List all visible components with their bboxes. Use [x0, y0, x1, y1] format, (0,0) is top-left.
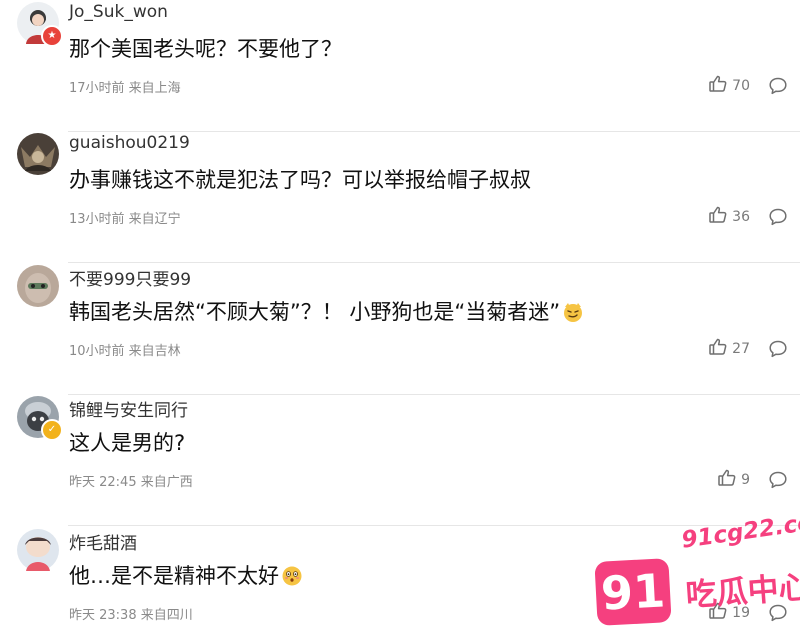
- yellow-verified-badge-icon: ✓: [41, 419, 63, 441]
- comment-text-content: 他…是不是精神不太好: [69, 564, 279, 588]
- thumbs-up-icon: [708, 74, 728, 98]
- comment-item: ✓ 锦鲤与安生同行 这人是男的? 昨天 22:45 来自广西 9: [0, 394, 800, 526]
- comment-text: 韩国老头居然“不顾大菊”？！ 小野狗也是“当菊者迷”: [69, 296, 584, 326]
- astonished-emoji-icon: [281, 565, 303, 587]
- comment-item: guaishou0219 办事赚钱这不就是犯法了吗？可以举报给帽子叔叔 13小时…: [0, 131, 800, 263]
- avatar[interactable]: ★: [17, 2, 63, 47]
- like-button[interactable]: 70: [708, 74, 750, 98]
- comment-text: 办事赚钱这不就是犯法了吗？可以举报给帽子叔叔: [69, 168, 531, 192]
- comment-bubble-icon[interactable]: [768, 470, 788, 490]
- watermark-logo: 91 91cg22.com 吃瓜中心: [588, 506, 800, 634]
- comment-bubble-icon[interactable]: [768, 76, 788, 96]
- username[interactable]: guaishou0219: [69, 133, 190, 153]
- comment-item: ★ Jo_Suk_won 那个美国老头呢？不要他了？ 17小时前 来自上海 70: [0, 0, 800, 132]
- username[interactable]: 炸毛甜酒: [69, 529, 137, 554]
- comment-actions: 70: [708, 74, 788, 98]
- like-button[interactable]: 36: [708, 205, 750, 229]
- comment-text: 那个美国老头呢？不要他了？: [69, 37, 342, 61]
- avatar[interactable]: [17, 133, 59, 175]
- comment-bubble-icon[interactable]: [768, 207, 788, 227]
- comment-meta: 13小时前 来自辽宁: [69, 212, 181, 227]
- comment-meta: 昨天 23:38 来自四川: [69, 608, 193, 623]
- like-count: 36: [732, 209, 750, 225]
- username[interactable]: Jo_Suk_won: [69, 2, 168, 22]
- thumbs-up-icon: [708, 205, 728, 229]
- smirk-emoji-icon: [562, 301, 584, 323]
- comment-item: 不要999只要99 韩国老头居然“不顾大菊”？！ 小野狗也是“当菊者迷” 10小…: [0, 263, 800, 395]
- comment-actions: 27: [708, 337, 788, 361]
- comment-bubble-icon[interactable]: [768, 339, 788, 359]
- watermark-badge: 91: [594, 558, 672, 626]
- comment-meta: 10小时前 来自吉林: [69, 344, 181, 359]
- like-button[interactable]: 27: [708, 337, 750, 361]
- comment-text-content: 韩国老头居然“不顾大菊”？！ 小野狗也是“当菊者迷”: [69, 300, 561, 324]
- comment-actions: 9: [717, 468, 788, 492]
- like-count: 27: [732, 341, 750, 357]
- comment-meta: 17小时前 来自上海: [69, 81, 181, 96]
- watermark-name: 吃瓜中心: [684, 569, 800, 614]
- like-count: 70: [732, 78, 750, 94]
- like-button[interactable]: 9: [717, 468, 750, 492]
- thumbs-up-icon: [717, 468, 737, 492]
- username[interactable]: 锦鲤与安生同行: [69, 396, 188, 421]
- watermark-number: 91: [599, 563, 667, 621]
- like-count: 9: [741, 472, 750, 488]
- thumbs-up-icon: [708, 337, 728, 361]
- comment-text: 他…是不是精神不太好: [69, 560, 303, 590]
- avatar[interactable]: [17, 529, 59, 571]
- avatar[interactable]: [17, 265, 59, 307]
- comment-text: 这人是男的?: [69, 431, 186, 455]
- comment-meta: 昨天 22:45 来自广西: [69, 475, 193, 490]
- username[interactable]: 不要999只要99: [69, 265, 191, 290]
- comment-actions: 36: [708, 205, 788, 229]
- red-star-badge-icon: ★: [41, 25, 63, 47]
- avatar[interactable]: ✓: [17, 396, 63, 441]
